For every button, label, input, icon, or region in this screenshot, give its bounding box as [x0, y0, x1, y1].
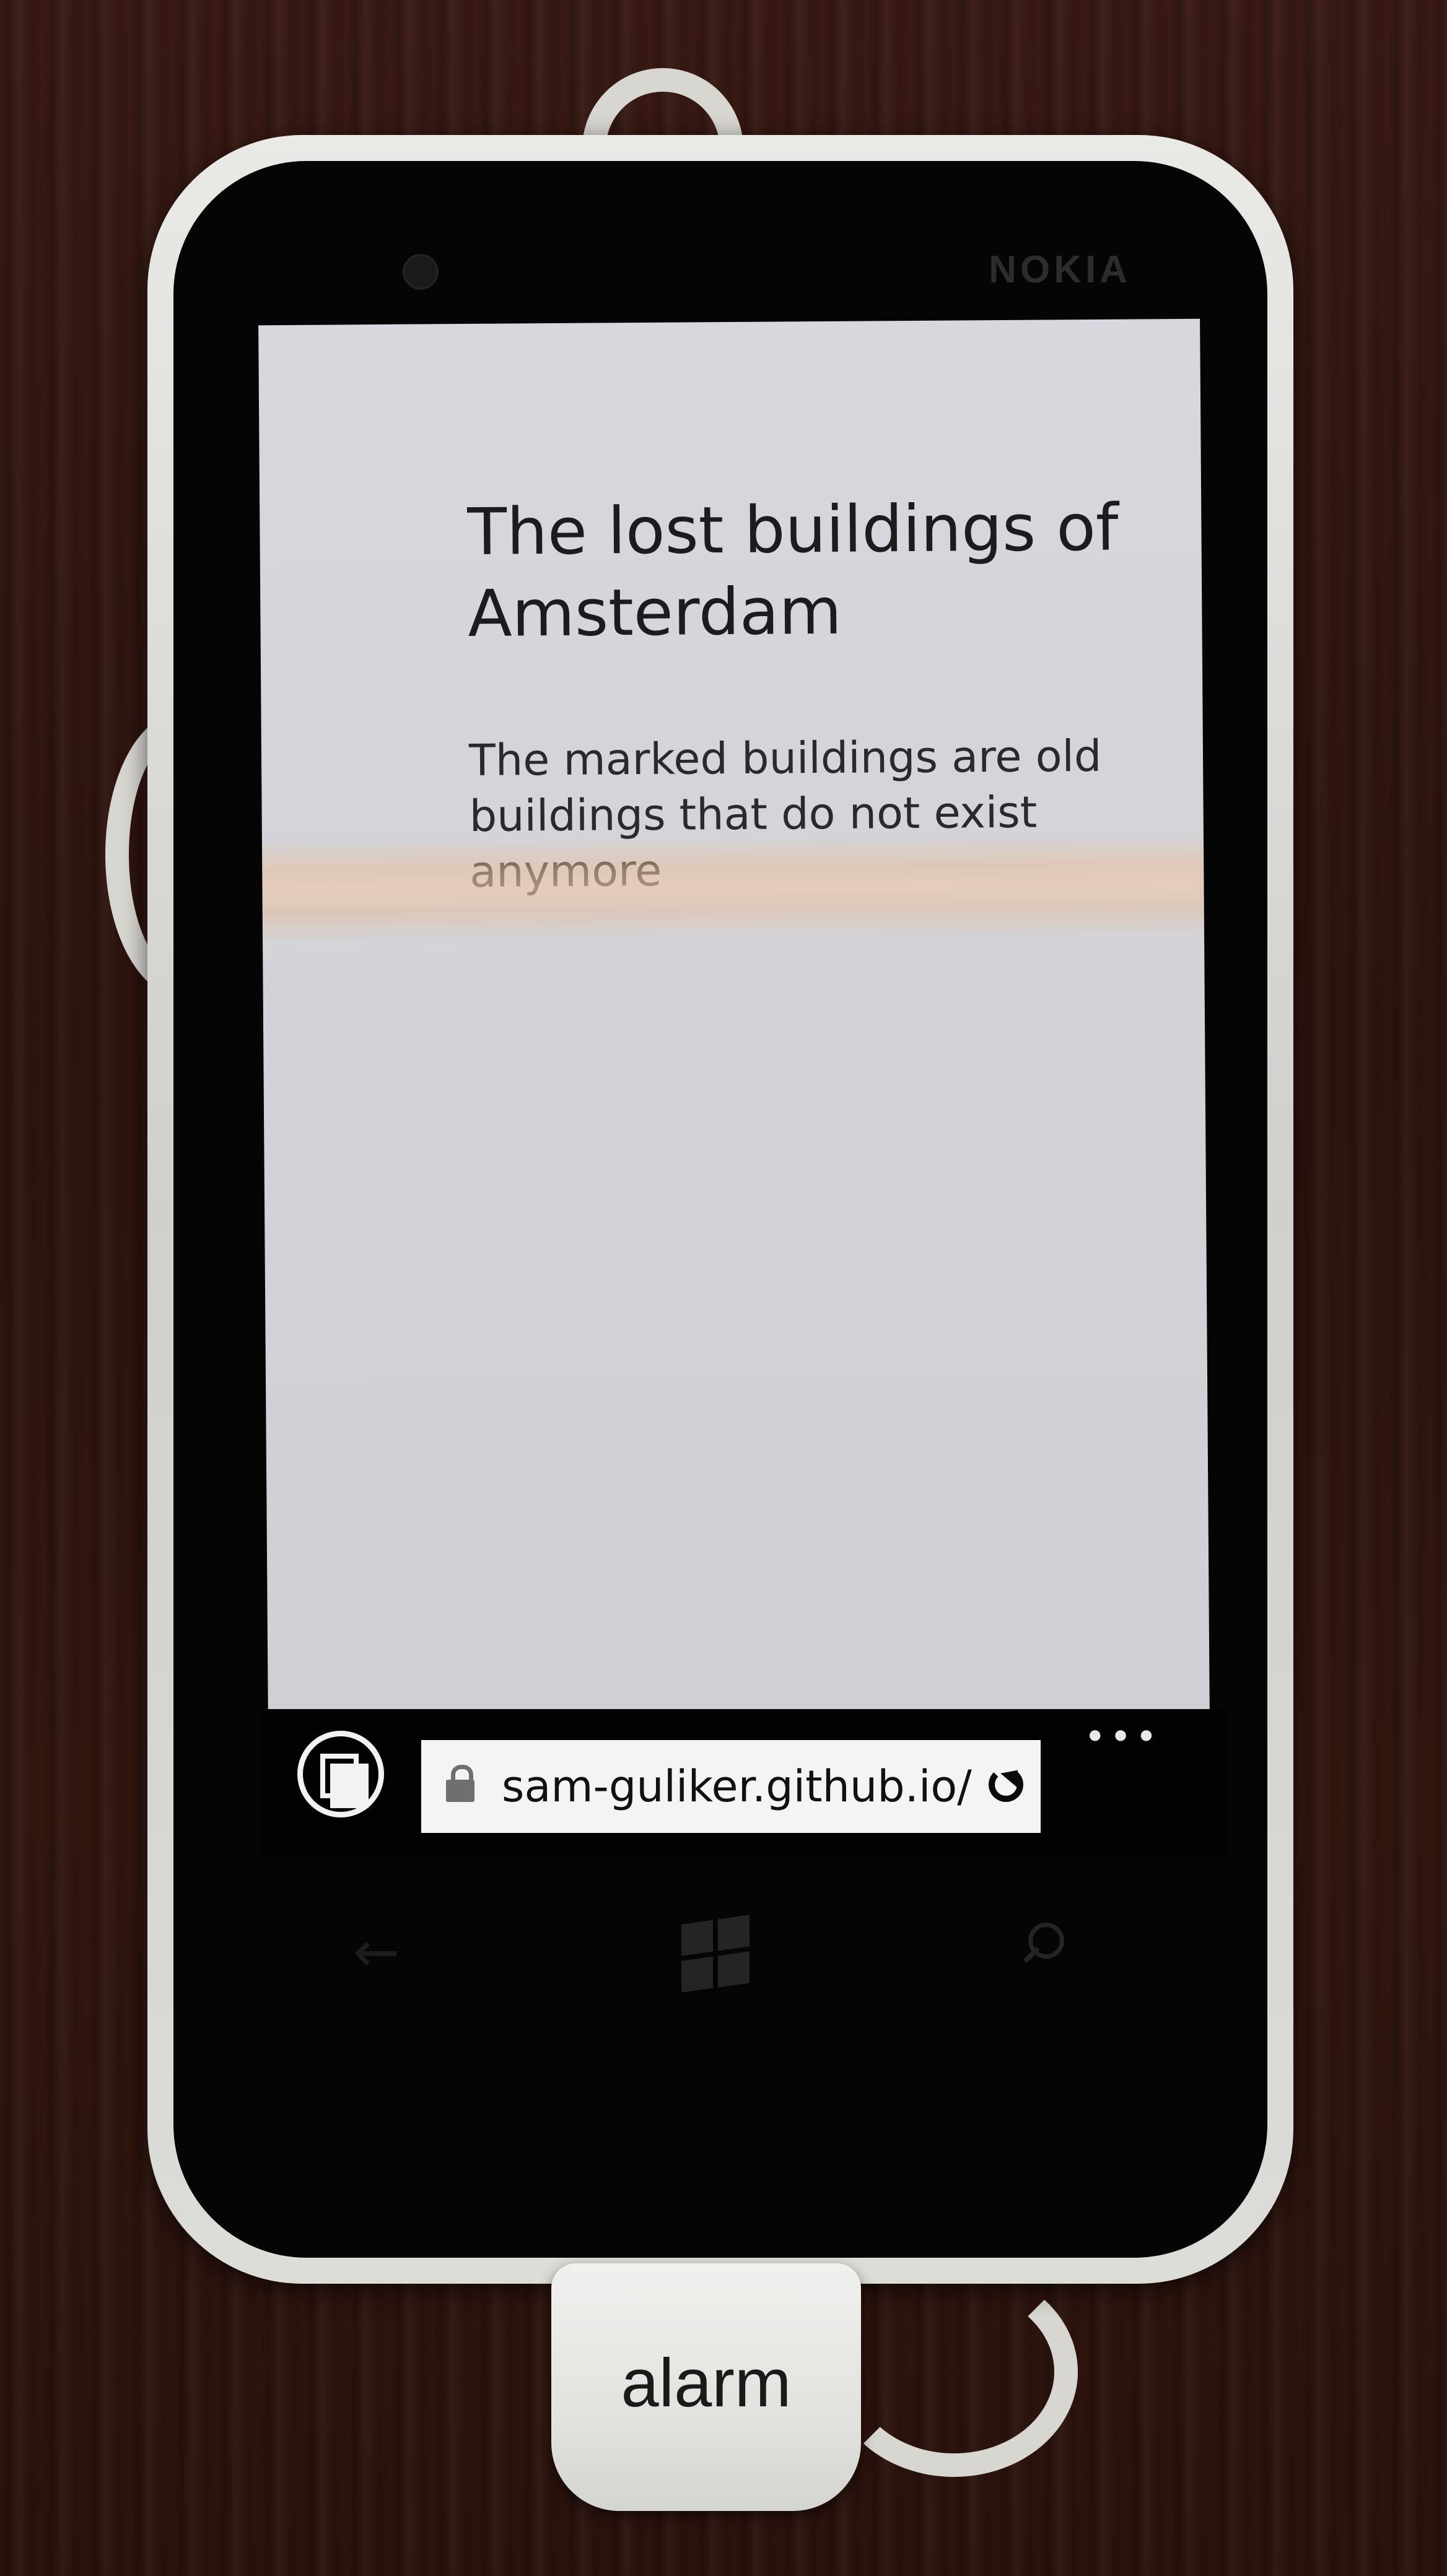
- browser-viewport: The lost buildings of Amsterdam The mark…: [258, 318, 1210, 1725]
- front-camera: [403, 254, 439, 290]
- search-icon[interactable]: [1022, 1923, 1064, 1964]
- refresh-icon[interactable]: [989, 1767, 1023, 1802]
- security-cable-bottom: [830, 2266, 1078, 2477]
- more-menu-icon[interactable]: •••: [1084, 1715, 1161, 1759]
- glare-reflection: [261, 832, 1205, 945]
- alarm-label: alarm: [621, 2345, 792, 2421]
- tabs-icon-front: [330, 1764, 369, 1808]
- hardware-keys: ←: [260, 1907, 1226, 2006]
- back-arrow-icon[interactable]: ←: [353, 1920, 400, 1985]
- tabs-button[interactable]: [297, 1731, 384, 1817]
- windows-icon[interactable]: [681, 1915, 750, 1993]
- lock-icon: [446, 1765, 474, 1802]
- alarm-tag: alarm: [551, 2263, 861, 2511]
- brand-logo: NOKIA: [989, 248, 1131, 291]
- browser-address-bar: sam-guliker.github.io/ •••: [260, 1709, 1226, 1858]
- url-text: sam-guliker.github.io/: [502, 1761, 972, 1812]
- address-field[interactable]: sam-guliker.github.io/: [421, 1740, 1041, 1833]
- page-title: The lost buildings of Amsterdam: [467, 489, 1119, 651]
